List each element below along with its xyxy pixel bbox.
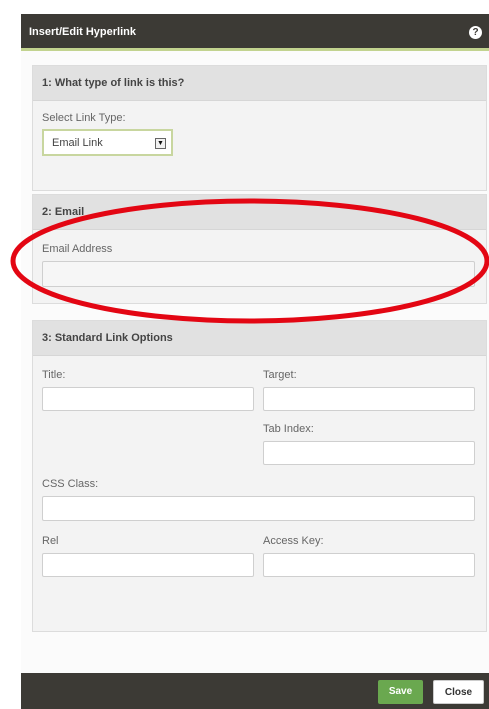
section-standard-options: 3: Standard Link Options Title: Target: … <box>32 320 487 632</box>
dialog-title: Insert/Edit Hyperlink <box>29 26 136 38</box>
select-link-type-label: Select Link Type: <box>42 112 126 124</box>
dialog-footer: Save Close <box>21 673 489 709</box>
access-key-input[interactable] <box>263 553 475 577</box>
title-input[interactable] <box>42 387 254 411</box>
access-key-label: Access Key: <box>263 535 324 547</box>
section-heading: 2: Email <box>33 195 486 230</box>
rel-input[interactable] <box>42 553 254 577</box>
css-class-label: CSS Class: <box>42 478 99 490</box>
section-email: 2: Email Email Address <box>32 194 487 304</box>
dropdown-arrow-icon[interactable]: ▼ <box>155 138 166 149</box>
css-class-input[interactable] <box>42 496 475 521</box>
hyperlink-dialog: Insert/Edit Hyperlink ? 1: What type of … <box>21 14 489 709</box>
section-heading: 1: What type of link is this? <box>33 66 486 101</box>
dialog-titlebar: Insert/Edit Hyperlink ? <box>21 14 489 51</box>
rel-label: Rel <box>42 535 59 547</box>
title-label: Title: <box>42 369 66 381</box>
target-label: Target: <box>263 369 297 381</box>
link-type-value: Email Link <box>52 137 103 149</box>
save-button[interactable]: Save <box>378 680 423 704</box>
email-address-label: Email Address <box>42 243 113 255</box>
section-heading: 3: Standard Link Options <box>33 321 486 356</box>
close-button[interactable]: Close <box>433 680 484 704</box>
section-link-type: 1: What type of link is this? Select Lin… <box>32 65 487 191</box>
tab-index-input[interactable] <box>263 441 475 465</box>
dialog-body: 1: What type of link is this? Select Lin… <box>21 51 489 673</box>
link-type-select[interactable]: Email Link ▼ <box>42 129 173 156</box>
tab-index-label: Tab Index: <box>263 423 314 435</box>
target-input[interactable] <box>263 387 475 411</box>
email-address-input[interactable] <box>42 261 475 287</box>
help-icon[interactable]: ? <box>469 26 482 39</box>
